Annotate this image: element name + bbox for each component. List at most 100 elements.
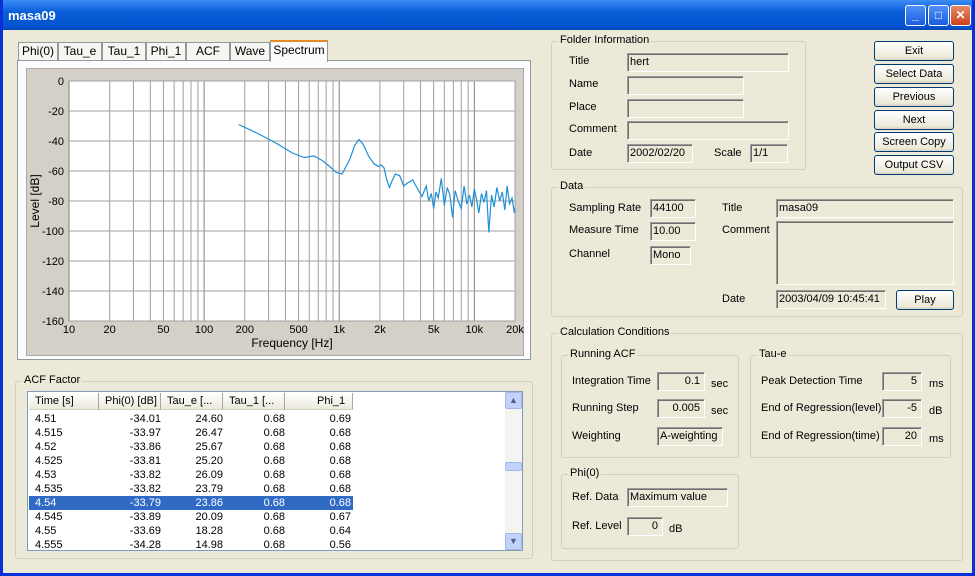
weighting-field[interactable]: A-weighting xyxy=(657,427,723,446)
x-tick-label: 200 xyxy=(236,324,254,336)
peak-detection-field[interactable]: 5 xyxy=(882,372,922,391)
y-axis-label: Level [dB] xyxy=(28,174,42,227)
col-header-phi-1[interactable]: Phi_1 xyxy=(285,393,353,410)
next-button[interactable]: Next xyxy=(874,110,954,130)
folder-scale-label: Scale xyxy=(714,147,742,159)
folder-comment-field[interactable] xyxy=(627,121,789,140)
regression-level-field[interactable]: -5 xyxy=(882,399,922,418)
table-cell: 4.51 xyxy=(35,413,57,425)
tab-phi0[interactable]: Phi(0) xyxy=(18,42,58,61)
sampling-rate-field[interactable]: 44100 xyxy=(650,199,696,218)
exit-button[interactable]: Exit xyxy=(874,41,954,61)
select-data-button[interactable]: Select Data xyxy=(874,64,954,84)
y-tick-label: -140 xyxy=(42,286,64,298)
folder-scale-field[interactable]: 1/1 xyxy=(750,144,788,163)
list-scrollbar[interactable]: ▲ ▼ xyxy=(505,392,522,550)
title-bar[interactable]: masa09 _ □ ✕ xyxy=(3,0,972,30)
data-title-field[interactable]: masa09 xyxy=(776,199,954,218)
table-cell: 4.53 xyxy=(35,469,57,481)
col-header-phi0[interactable]: Phi(0) [dB] xyxy=(99,393,161,410)
table-cell: 0.68 xyxy=(263,525,285,537)
regression-level-label: End of Regression(level) xyxy=(761,402,882,414)
table-row[interactable]: 4.525 -33.81 25.20 0.68 0.68 xyxy=(29,454,353,468)
y-tick-label: -20 xyxy=(48,106,64,118)
table-row[interactable]: 4.54 -33.79 23.86 0.68 0.68 xyxy=(29,496,353,510)
tab-phi-1[interactable]: Phi_1 xyxy=(146,42,186,61)
table-row[interactable]: 4.545 -33.89 20.09 0.68 0.67 xyxy=(29,510,353,524)
y-tick-label: -120 xyxy=(42,256,64,268)
table-cell: 0.68 xyxy=(263,539,285,551)
folder-name-label: Name xyxy=(569,78,599,90)
ref-data-field[interactable]: Maximum value xyxy=(627,488,728,507)
table-cell: 0.68 xyxy=(329,469,351,481)
scroll-down-icon[interactable]: ▼ xyxy=(505,533,522,550)
tab-tau-1[interactable]: Tau_1 xyxy=(102,42,146,61)
ref-level-field[interactable]: 0 xyxy=(627,517,663,536)
data-date-label: Date xyxy=(722,293,746,305)
tab-wave[interactable]: Wave xyxy=(230,42,270,61)
data-date-field[interactable]: 2003/04/09 10:45:41 xyxy=(776,290,886,309)
running-step-field[interactable]: 0.005 xyxy=(657,399,705,418)
table-cell: 0.68 xyxy=(263,497,285,509)
data-comment-field[interactable] xyxy=(776,221,954,285)
tab-acf[interactable]: ACF xyxy=(186,42,230,61)
table-cell: 23.79 xyxy=(195,483,223,495)
ref-level-label: Ref. Level xyxy=(572,520,622,532)
tab-tau-e[interactable]: Tau_e xyxy=(58,42,102,61)
integration-time-unit: sec xyxy=(711,378,729,390)
x-tick-label: 20 xyxy=(104,324,116,336)
y-tick-label: -60 xyxy=(48,166,64,178)
weighting-label: Weighting xyxy=(572,430,621,442)
table-row[interactable]: 4.53 -33.82 26.09 0.68 0.68 xyxy=(29,468,353,482)
col-header-time[interactable]: Time [s] xyxy=(29,393,99,410)
table-cell: -33.97 xyxy=(129,427,161,439)
table-cell: 0.68 xyxy=(263,469,285,481)
table-row[interactable]: 4.52 -33.86 25.67 0.68 0.68 xyxy=(29,440,353,454)
col-header-tau-1[interactable]: Tau_1 [... xyxy=(223,393,285,410)
scroll-up-icon[interactable]: ▲ xyxy=(505,392,522,409)
channel-field[interactable]: Mono xyxy=(650,246,691,265)
table-cell: 24.60 xyxy=(195,413,223,425)
table-cell: 0.68 xyxy=(329,497,351,509)
table-row[interactable]: 4.55 -33.69 18.28 0.68 0.64 xyxy=(29,524,353,538)
maximize-icon[interactable]: □ xyxy=(928,5,949,26)
regression-time-field[interactable]: 20 xyxy=(882,427,922,446)
integration-time-field[interactable]: 0.1 xyxy=(657,372,705,391)
calc-conditions-title: Calculation Conditions xyxy=(558,326,672,338)
table-row[interactable]: 4.535 -33.82 23.79 0.68 0.68 xyxy=(29,482,353,496)
x-axis-label: Frequency [Hz] xyxy=(251,336,332,350)
folder-date-field[interactable]: 2002/02/20 xyxy=(627,144,693,163)
folder-title-field[interactable]: hert xyxy=(627,53,789,72)
col-header-tau-e[interactable]: Tau_e [... xyxy=(161,393,223,410)
sampling-rate-label: Sampling Rate xyxy=(569,202,642,214)
folder-place-field[interactable] xyxy=(627,99,744,118)
spectrum-chart: 0 -20 -40 -60 -80 -100 -120 -140 -16010 20 50 100 20… xyxy=(28,76,524,350)
y-tick-label: -100 xyxy=(42,226,64,238)
measure-time-field[interactable]: 10.00 xyxy=(650,222,696,241)
x-tick-label: 2k xyxy=(374,324,386,336)
table-cell: -33.69 xyxy=(129,525,161,537)
folder-comment-label: Comment xyxy=(569,123,617,135)
acf-factor-list[interactable]: Time [s] Phi(0) [dB] Tau_e [... Tau_1 [.… xyxy=(27,391,523,551)
table-cell: 0.68 xyxy=(263,483,285,495)
table-cell: 4.52 xyxy=(35,441,57,453)
table-cell: 4.54 xyxy=(35,497,57,509)
table-row[interactable]: 4.555 -34.28 14.98 0.68 0.56 xyxy=(29,538,353,551)
table-cell: -33.82 xyxy=(129,469,161,481)
table-cell: -33.86 xyxy=(129,441,161,453)
previous-button[interactable]: Previous xyxy=(874,87,954,107)
play-button[interactable]: Play xyxy=(896,290,954,310)
folder-date-label: Date xyxy=(569,147,593,159)
folder-name-field[interactable] xyxy=(627,76,744,95)
table-row[interactable]: 4.51 -34.01 24.60 0.68 0.69 xyxy=(29,412,353,426)
output-csv-button[interactable]: Output CSV xyxy=(874,155,954,175)
scroll-thumb[interactable] xyxy=(505,462,522,471)
screen-copy-button[interactable]: Screen Copy xyxy=(874,132,954,152)
close-icon[interactable]: ✕ xyxy=(950,5,971,26)
table-cell: 4.545 xyxy=(35,511,63,523)
running-step-label: Running Step xyxy=(572,402,639,414)
table-cell: 0.56 xyxy=(329,539,351,551)
minimize-icon[interactable]: _ xyxy=(905,5,926,26)
tab-spectrum[interactable]: Spectrum xyxy=(270,40,328,62)
table-row[interactable]: 4.515 -33.97 26.47 0.68 0.68 xyxy=(29,426,353,440)
